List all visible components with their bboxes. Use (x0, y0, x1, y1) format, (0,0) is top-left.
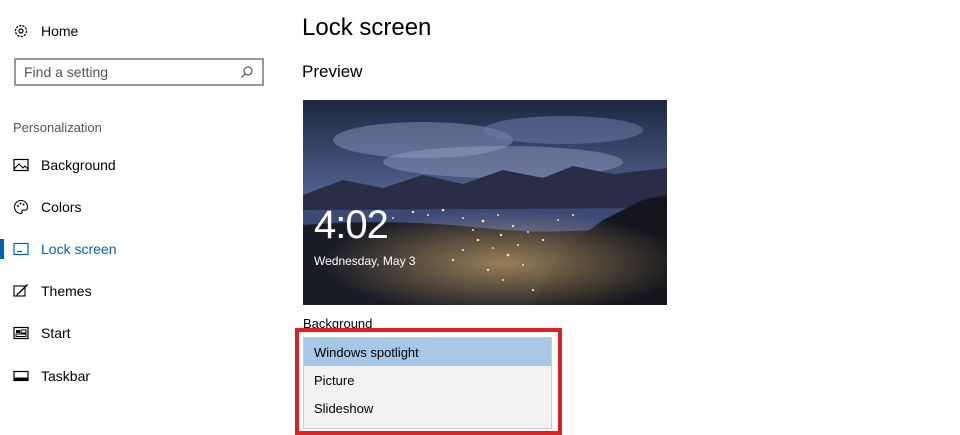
sidebar-item-themes[interactable]: Themes (0, 276, 280, 306)
picture-icon (13, 157, 29, 173)
preview-heading: Preview (302, 62, 363, 81)
sidebar: Home Find a setting Personalization Back… (0, 0, 280, 434)
option-windows-spotlight[interactable]: Windows spotlight (304, 338, 551, 366)
active-indicator (0, 239, 4, 259)
page-title: Lock screen (302, 14, 432, 41)
background-dropdown-list[interactable]: Windows spotlight Picture Slideshow (303, 337, 552, 429)
option-slideshow[interactable]: Slideshow (304, 394, 551, 422)
brush-icon (13, 283, 29, 299)
sidebar-item-label: Themes (41, 283, 92, 299)
lock-screen-icon (13, 241, 29, 257)
palette-icon (13, 199, 29, 215)
active-indicator (0, 155, 4, 175)
search-placeholder: Find a setting (24, 64, 109, 80)
sidebar-item-colors[interactable]: Colors (0, 192, 280, 222)
taskbar-icon (13, 368, 29, 384)
start-icon (13, 325, 29, 341)
active-indicator (0, 281, 4, 301)
sidebar-item-lock-screen[interactable]: Lock screen (0, 234, 280, 264)
sidebar-item-label: Start (41, 325, 71, 341)
preview-date: Wednesday, May 3 (314, 254, 416, 268)
active-indicator (0, 197, 4, 217)
option-picture[interactable]: Picture (304, 366, 551, 394)
active-indicator (0, 366, 4, 386)
sidebar-item-label: Background (41, 157, 116, 173)
sidebar-item-background[interactable]: Background (0, 150, 280, 180)
active-indicator (0, 323, 4, 343)
sidebar-item-label: Taskbar (41, 368, 91, 384)
sidebar-item-label: Colors (41, 199, 82, 215)
gear-icon (13, 23, 29, 39)
search-icon[interactable] (240, 65, 254, 79)
home-label: Home (41, 23, 79, 39)
section-label: Personalization (13, 120, 102, 135)
search-input[interactable]: Find a setting (14, 58, 264, 86)
sidebar-item-taskbar[interactable]: Taskbar (0, 361, 280, 391)
sidebar-item-start[interactable]: Start (0, 318, 280, 348)
preview-clock: 4:02 (314, 203, 389, 247)
sidebar-item-label: Lock screen (41, 241, 117, 257)
lock-screen-preview: 4:02 Wednesday, May 3 (303, 100, 667, 305)
home-link[interactable]: Home (13, 20, 78, 42)
